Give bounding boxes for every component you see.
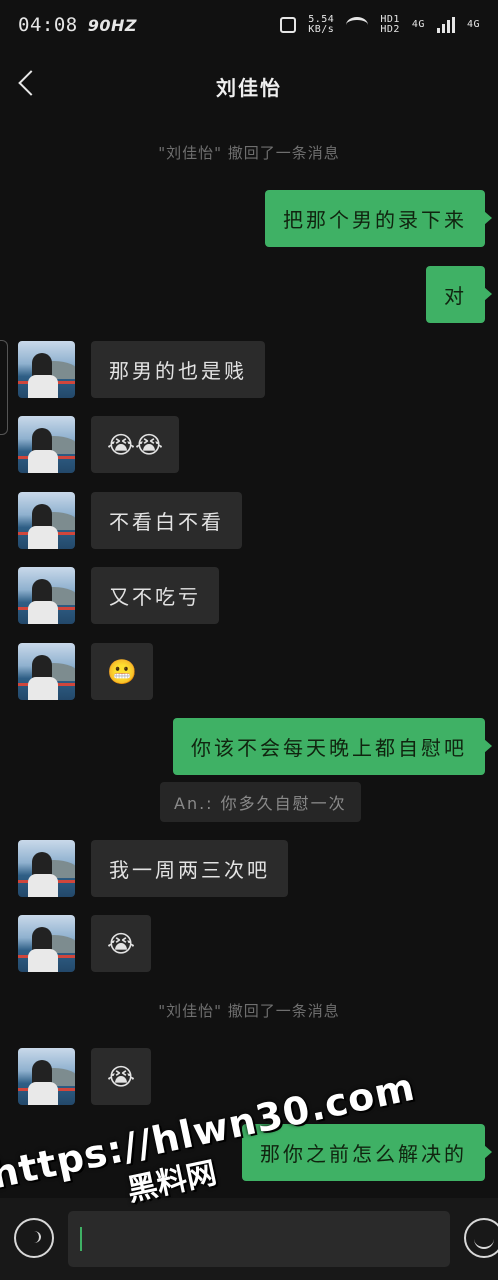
message-incoming[interactable]: 又不吃亏 [91,567,219,624]
message-outgoing[interactable]: 对 [426,266,492,323]
net-speed-unit: KB/s [308,24,335,35]
message-incoming[interactable]: 😬 [91,643,153,700]
wifi-icon [346,17,369,33]
contact-avatar[interactable] [18,492,75,549]
recall-notice: "刘佳怡" 撤回了一条消息 [158,1002,340,1020]
hd-indicator: HD1 HD2 [380,15,400,35]
status-icons: 5.54 KB/s HD1 HD2 4G 4G [280,15,480,35]
contact-avatar[interactable] [18,643,75,700]
message-incoming[interactable]: 😭😭 [91,416,180,473]
recall-notice: "刘佳怡" 撤回了一条消息 [158,144,340,162]
input-bar [0,1198,498,1280]
message-outgoing[interactable]: 把那个男的录下来 [265,190,492,247]
message-incoming[interactable]: 😭 [91,1048,152,1105]
message-outgoing[interactable]: 那你之前怎么解决的 [242,1124,492,1181]
net-speed: 5.54 KB/s [308,15,334,35]
contact-avatar[interactable] [18,567,75,624]
message-outgoing[interactable]: 你该不会每天晚上都自慰吧 [173,718,492,775]
edge-panel-handle[interactable] [0,340,8,435]
chat-header: 刘佳怡 [0,50,498,122]
back-arrow-icon[interactable] [18,70,44,96]
signal-icon [436,17,455,33]
status-time: 04:08 [18,14,78,36]
emoji-icon[interactable] [464,1218,498,1258]
status-bar: 04:08 90HZ 5.54 KB/s HD1 HD2 4G 4G [0,0,498,50]
chat-title: 刘佳怡 [216,75,282,100]
voice-icon[interactable] [14,1218,54,1258]
sim2-network: 4G [466,19,480,30]
vibrate-icon [280,17,297,33]
refresh-rate: 90HZ [87,15,137,35]
message-incoming[interactable]: 不看白不看 [91,492,242,549]
sim1-network: 4G [411,19,425,30]
hd2-label: HD2 [380,24,400,35]
contact-avatar[interactable] [18,1048,75,1105]
quoted-message[interactable]: An.: 你多久自慰一次 [160,782,361,822]
message-incoming[interactable]: 😭 [91,915,152,972]
message-incoming[interactable]: 那男的也是贱 [91,341,265,398]
text-cursor [80,1227,82,1251]
contact-avatar[interactable] [18,416,75,473]
message-incoming[interactable]: 我一周两三次吧 [91,840,288,897]
message-input[interactable] [68,1211,450,1267]
contact-avatar[interactable] [18,840,75,897]
contact-avatar[interactable] [18,915,75,972]
contact-avatar[interactable] [18,341,75,398]
